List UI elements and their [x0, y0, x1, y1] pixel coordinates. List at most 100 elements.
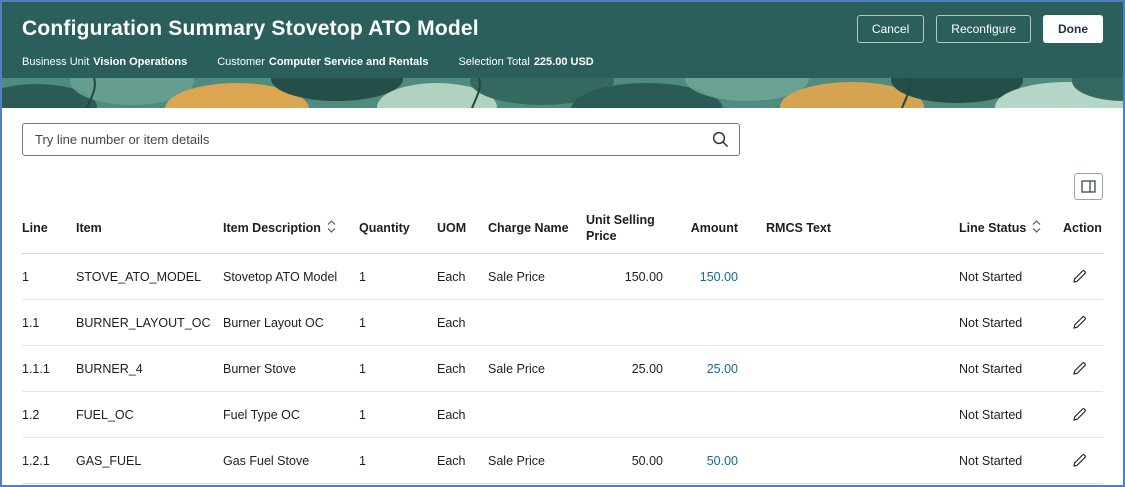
selection-total-label: Selection Total	[458, 56, 529, 68]
cell-uom: Each	[437, 454, 488, 468]
edit-pencil-icon	[1071, 268, 1088, 285]
cell-action	[1063, 312, 1103, 333]
col-line-status[interactable]: Line Status	[959, 220, 1063, 238]
selection-total-meta: Selection Total 225.00 USD	[458, 56, 593, 68]
table-row: 1.1 BURNER_LAYOUT_OC Burner Layout OC 1 …	[22, 300, 1103, 346]
edit-row-button[interactable]	[1069, 358, 1090, 379]
cell-charge: Sale Price	[488, 454, 586, 468]
edit-pencil-icon	[1071, 314, 1088, 331]
col-item: Item	[76, 221, 223, 237]
cell-line: 1.1	[22, 316, 76, 330]
sort-icon[interactable]	[327, 220, 336, 238]
cell-action	[1063, 450, 1103, 471]
col-rmcs-text: RMCS Text	[746, 221, 959, 237]
cell-item: STOVE_ATO_MODEL	[76, 270, 223, 284]
col-charge-name: Charge Name	[488, 221, 586, 237]
search-input[interactable]	[22, 123, 740, 156]
lines-table: Line Item Item Description Quantity UOM …	[22, 204, 1103, 484]
banner-pattern-art	[2, 78, 1123, 108]
page: Configuration Summary Stovetop ATO Model…	[0, 0, 1125, 487]
manage-columns-icon	[1081, 180, 1096, 193]
table-toolbar	[22, 173, 1103, 200]
cell-line-status: Not Started	[959, 362, 1063, 376]
cell-item: FUEL_OC	[76, 408, 223, 422]
edit-row-button[interactable]	[1069, 266, 1090, 287]
cell-quantity: 1	[359, 316, 437, 330]
edit-pencil-icon	[1071, 452, 1088, 469]
edit-pencil-icon	[1071, 406, 1088, 423]
header: Configuration Summary Stovetop ATO Model…	[2, 2, 1123, 78]
cell-item: BURNER_4	[76, 362, 223, 376]
cell-description: Gas Fuel Stove	[223, 454, 359, 468]
content-area: Line Item Item Description Quantity UOM …	[2, 108, 1123, 484]
edit-pencil-icon	[1071, 360, 1088, 377]
search-bar	[22, 123, 740, 156]
reconfigure-button[interactable]: Reconfigure	[936, 15, 1031, 43]
cell-line: 1.1.1	[22, 362, 76, 376]
cell-quantity: 1	[359, 454, 437, 468]
cell-action	[1063, 266, 1103, 287]
cell-amount-link[interactable]: 25.00	[671, 362, 746, 376]
page-title: Configuration Summary Stovetop ATO Model	[22, 17, 479, 41]
table-row: 1 STOVE_ATO_MODEL Stovetop ATO Model 1 E…	[22, 254, 1103, 300]
cell-unit-selling-price: 150.00	[586, 270, 671, 284]
cell-uom: Each	[437, 316, 488, 330]
cell-action	[1063, 358, 1103, 379]
edit-row-button[interactable]	[1069, 404, 1090, 425]
cell-line: 1.2	[22, 408, 76, 422]
cell-line-status: Not Started	[959, 408, 1063, 422]
table-row: 1.1.1 BURNER_4 Burner Stove 1 Each Sale …	[22, 346, 1103, 392]
cell-item: BURNER_LAYOUT_OC	[76, 316, 223, 330]
col-amount: Amount	[671, 221, 746, 237]
customer-value: Computer Service and Rentals	[269, 56, 429, 68]
cell-description: Fuel Type OC	[223, 408, 359, 422]
cell-quantity: 1	[359, 270, 437, 284]
cell-line: 1	[22, 270, 76, 284]
customer-label: Customer	[217, 56, 265, 68]
cell-uom: Each	[437, 270, 488, 284]
col-unit-selling-price: Unit Selling Price	[586, 213, 671, 244]
cell-uom: Each	[437, 408, 488, 422]
cell-description: Burner Stove	[223, 362, 359, 376]
cell-amount-link[interactable]: 50.00	[671, 454, 746, 468]
cell-unit-selling-price: 50.00	[586, 454, 671, 468]
customer-meta: Customer Computer Service and Rentals	[217, 56, 428, 68]
cell-quantity: 1	[359, 408, 437, 422]
cancel-button[interactable]: Cancel	[857, 15, 924, 43]
header-actions: Cancel Reconfigure Done	[857, 15, 1103, 43]
cell-line-status: Not Started	[959, 454, 1063, 468]
cell-description: Stovetop ATO Model	[223, 270, 359, 284]
col-action: Action	[1063, 221, 1110, 237]
cell-description: Burner Layout OC	[223, 316, 359, 330]
cell-line-status: Not Started	[959, 270, 1063, 284]
done-button[interactable]: Done	[1043, 15, 1103, 43]
header-meta: Business UnitVision Operations CustomerC…	[22, 56, 1103, 68]
business-unit-value: Vision Operations	[93, 56, 187, 68]
edit-row-button[interactable]	[1069, 450, 1090, 471]
cell-action	[1063, 404, 1103, 425]
cell-uom: Each	[437, 362, 488, 376]
cell-item: GAS_FUEL	[76, 454, 223, 468]
cell-unit-selling-price: 25.00	[586, 362, 671, 376]
col-item-description[interactable]: Item Description	[223, 220, 359, 238]
table-row: 1.2 FUEL_OC Fuel Type OC 1 Each Not Star…	[22, 392, 1103, 438]
manage-columns-button[interactable]	[1074, 173, 1103, 200]
table-row: 1.2.1 GAS_FUEL Gas Fuel Stove 1 Each Sal…	[22, 438, 1103, 484]
cell-line-status: Not Started	[959, 316, 1063, 330]
cell-quantity: 1	[359, 362, 437, 376]
business-unit-meta: Business Unit Vision Operations	[22, 56, 187, 68]
col-uom: UOM	[437, 221, 488, 237]
table-header-row: Line Item Item Description Quantity UOM …	[22, 204, 1103, 254]
sort-icon[interactable]	[1032, 220, 1041, 238]
cell-amount-link[interactable]: 150.00	[671, 270, 746, 284]
edit-row-button[interactable]	[1069, 312, 1090, 333]
search-icon[interactable]	[712, 131, 729, 153]
cell-line: 1.2.1	[22, 454, 76, 468]
business-unit-label: Business Unit	[22, 56, 89, 68]
cell-charge: Sale Price	[488, 270, 586, 284]
col-quantity: Quantity	[359, 221, 437, 237]
col-line: Line	[22, 221, 76, 237]
selection-total-value: 225.00 USD	[534, 56, 594, 68]
cell-charge: Sale Price	[488, 362, 586, 376]
decorative-banner	[2, 78, 1123, 108]
